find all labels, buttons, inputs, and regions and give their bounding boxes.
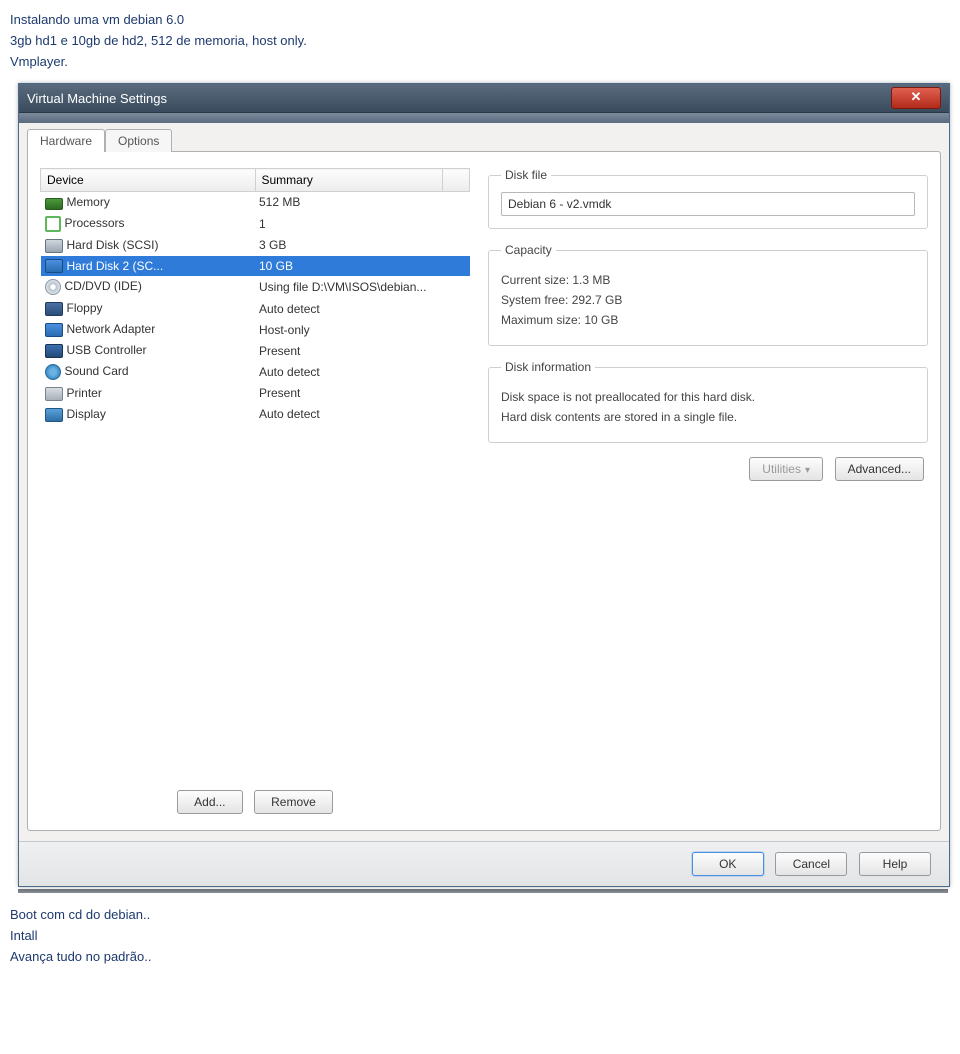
add-device-button[interactable]: Add... — [177, 790, 242, 814]
device-summary: 512 MB — [255, 192, 443, 213]
capacity-group: Capacity Current size: 1.3 MB System fre… — [488, 243, 928, 346]
device-name: Sound Card — [65, 364, 129, 378]
print-icon — [45, 387, 63, 401]
advanced-button[interactable]: Advanced... — [835, 457, 924, 481]
cd-icon — [45, 279, 61, 295]
tab-options[interactable]: Options — [105, 129, 172, 152]
device-name: Hard Disk (SCSI) — [67, 238, 159, 252]
window-shadow-strip — [18, 889, 948, 893]
device-name: Processors — [65, 216, 125, 230]
utilities-button[interactable]: Utilities ▾ — [749, 457, 823, 481]
device-summary: 3 GB — [255, 235, 443, 256]
device-table[interactable]: Device Summary Memory512 MBProcessors1Ha… — [40, 168, 470, 425]
cpu-icon — [45, 216, 61, 232]
device-name: Network Adapter — [67, 322, 156, 336]
close-button[interactable]: ✕ — [891, 87, 941, 109]
device-name: Memory — [67, 195, 110, 209]
capacity-max: Maximum size: 10 GB — [501, 313, 915, 327]
memory-icon — [45, 198, 63, 210]
device-name: Printer — [67, 386, 102, 400]
sound-icon — [45, 364, 61, 380]
spacer-col-header — [443, 169, 470, 192]
disk-file-group: Disk file — [488, 168, 928, 229]
doc-line-3: Vmplayer. — [10, 54, 950, 69]
device-col-header[interactable]: Device — [41, 169, 256, 192]
device-summary: 10 GB — [255, 256, 443, 277]
device-name: CD/DVD (IDE) — [65, 280, 142, 294]
device-list-pane: Device Summary Memory512 MBProcessors1Ha… — [40, 168, 470, 818]
tab-hardware[interactable]: Hardware — [27, 129, 105, 152]
doc-line-1: Instalando uma vm debian 6.0 — [10, 12, 950, 27]
device-row[interactable]: Display Auto detect — [41, 404, 470, 425]
disk-info-group: Disk information Disk space is not preal… — [488, 360, 928, 443]
device-row[interactable]: Hard Disk 2 (SC... 10 GB — [41, 256, 470, 277]
device-summary: Host-only — [255, 319, 443, 340]
device-row[interactable]: Processors 1 — [41, 213, 470, 235]
disk-info-line1: Disk space is not preallocated for this … — [501, 390, 915, 404]
window-title: Virtual Machine Settings — [27, 91, 891, 106]
hd-sel-icon — [45, 259, 63, 273]
doc-line-5: Intall — [10, 928, 950, 943]
tabpage-hardware: Device Summary Memory512 MBProcessors1Ha… — [27, 151, 941, 831]
device-name: Hard Disk 2 (SC... — [67, 259, 164, 273]
device-row[interactable]: Memory 512 MB — [41, 192, 470, 213]
net-icon — [45, 323, 63, 337]
device-name: Floppy — [67, 301, 103, 315]
device-summary: Using file D:\VM\ISOS\debian... — [255, 276, 443, 298]
device-detail-pane: Disk file Capacity Current size: 1.3 MB … — [488, 168, 928, 818]
disk-info-legend: Disk information — [501, 360, 595, 374]
doc-line-4: Boot com cd do debian.. — [10, 907, 950, 922]
device-summary: Present — [255, 383, 443, 404]
chevron-down-icon: ▾ — [805, 465, 810, 476]
device-row[interactable]: Floppy Auto detect — [41, 298, 470, 319]
cancel-button[interactable]: Cancel — [775, 852, 847, 876]
capacity-free: System free: 292.7 GB — [501, 293, 915, 307]
doc-line-2: 3gb hd1 e 10gb de hd2, 512 de memoria, h… — [10, 33, 950, 48]
capacity-current: Current size: 1.3 MB — [501, 273, 915, 287]
capacity-legend: Capacity — [501, 243, 556, 257]
summary-col-header[interactable]: Summary — [255, 169, 443, 192]
titlebar-gradient — [19, 113, 949, 123]
disp-icon — [45, 408, 63, 422]
dialog-button-bar: OK Cancel Help — [19, 841, 949, 886]
disk-file-input[interactable] — [501, 192, 915, 216]
disk-file-legend: Disk file — [501, 168, 551, 182]
device-row[interactable]: Printer Present — [41, 383, 470, 404]
device-summary: Auto detect — [255, 404, 443, 425]
doc-line-6: Avança tudo no padrão.. — [10, 949, 950, 964]
disk-info-line2: Hard disk contents are stored in a singl… — [501, 410, 915, 424]
ok-button[interactable]: OK — [692, 852, 764, 876]
floppy-icon — [45, 302, 63, 316]
tabstrip: Hardware Options — [27, 129, 941, 152]
vm-settings-window: Virtual Machine Settings ✕ Hardware Opti… — [18, 83, 950, 887]
device-summary: Auto detect — [255, 298, 443, 319]
device-row[interactable]: Sound Card Auto detect — [41, 361, 470, 383]
device-name: USB Controller — [67, 343, 147, 357]
device-summary: 1 — [255, 213, 443, 235]
help-button[interactable]: Help — [859, 852, 931, 876]
window-titlebar[interactable]: Virtual Machine Settings ✕ — [19, 84, 949, 113]
device-row[interactable]: Network Adapter Host-only — [41, 319, 470, 340]
usb-icon — [45, 344, 63, 358]
device-name: Display — [67, 407, 106, 421]
device-row[interactable]: USB Controller Present — [41, 340, 470, 361]
device-row[interactable]: Hard Disk (SCSI) 3 GB — [41, 235, 470, 256]
hd-icon — [45, 239, 63, 253]
utilities-label: Utilities — [762, 462, 801, 476]
remove-device-button[interactable]: Remove — [254, 790, 333, 814]
device-row[interactable]: CD/DVD (IDE) Using file D:\VM\ISOS\debian… — [41, 276, 470, 298]
device-summary: Auto detect — [255, 361, 443, 383]
device-summary: Present — [255, 340, 443, 361]
